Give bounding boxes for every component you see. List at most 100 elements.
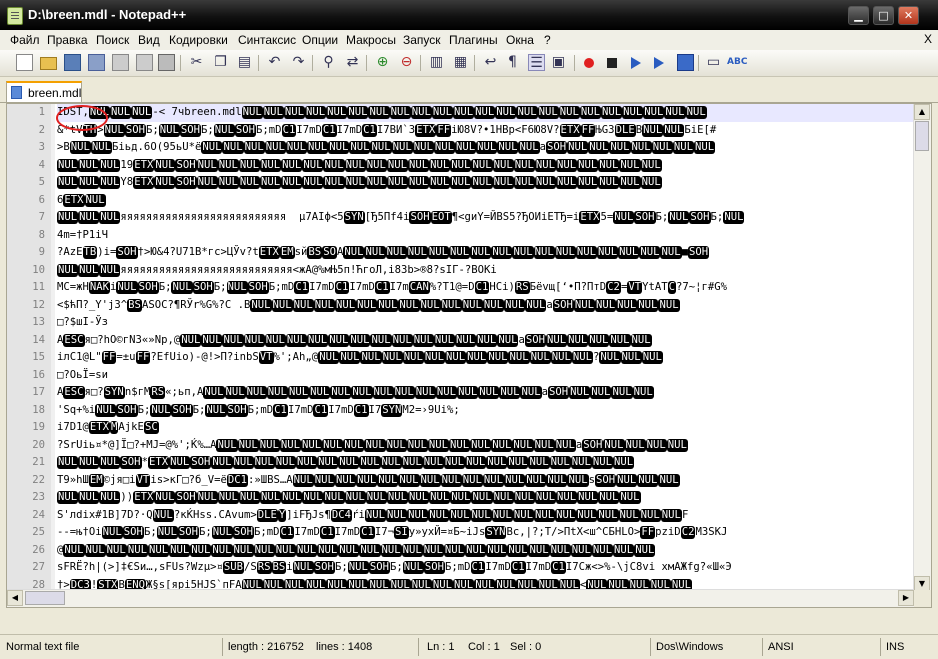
cut-icon[interactable]: ✂ <box>188 54 205 71</box>
editor[interactable]: 1 2 3 4 5 6 7 8 9 10 11 12 13 14 15 16 17 18 19 20 21 22 23 24 2… <box>6 103 932 608</box>
menu-bar: Файл Правка Поиск Вид Кодировки Синтакси… <box>0 30 938 50</box>
vertical-scrollbar[interactable]: ▲ ▼ <box>913 104 931 592</box>
horizontal-scrollbar[interactable]: ◀ ▶ <box>7 589 914 607</box>
tab-strip: breen.mdl <box>0 77 938 103</box>
scroll-up-arrow-icon[interactable]: ▲ <box>914 104 930 120</box>
code-line[interactable]: NUL NUL NULяяяяяяяяяяяяяяяяяяяяяяяяяяя<жА@… <box>57 262 497 280</box>
tab-breen-mdl[interactable]: breen.mdl <box>6 81 82 102</box>
code-line[interactable]: NUL NUL NUL19ETX NUL SOH NUL NUL NUL NUL NUL NUL NU… <box>57 157 662 175</box>
menu-run[interactable]: Запуск <box>403 33 441 47</box>
code-line[interactable]: 6ETX NUL <box>57 192 106 210</box>
close-document-button[interactable]: X <box>924 32 932 46</box>
spellcheck-icon[interactable]: ABC <box>727 54 747 71</box>
code-line[interactable]: i7D1@ETX MAjkESC <box>57 419 159 437</box>
code-line[interactable]: @NUL NUL NUL NUL NUL NUL NUL NUL NUL NUL NUL NUL NUL… <box>57 542 656 560</box>
record-macro-icon[interactable] <box>584 58 594 68</box>
paste-icon[interactable]: ▤ <box>236 54 253 71</box>
code-line[interactable]: NUL NUL NUL))ETX NUL SOH NUL NUL NUL NUL NUL NUL NU… <box>57 489 641 507</box>
vertical-scroll-thumb[interactable] <box>915 121 929 151</box>
horizontal-scroll-thumb[interactable] <box>25 591 65 605</box>
code-line[interactable]: □?$шI-Ўз <box>57 314 108 332</box>
code-line[interactable]: NUL NUL NULяяяяяяяяяяяяяяяяяяяяяяяяяя µ7АІ… <box>57 209 745 227</box>
control-char-token: NUL <box>250 298 272 312</box>
control-char-token: NUL <box>237 438 259 452</box>
code-line[interactable]: S'лdiх#1В]7D?·QNUL?кЌНss.САvum>DLE Y]iFЂJ… <box>57 507 688 525</box>
code-line[interactable]: &*tVTH>NUL SOHБ;NUL SOHБ;NUL SOHБ;mDC1I7mDC… <box>57 122 716 140</box>
close-window-button[interactable]: ✕ <box>898 6 919 25</box>
zoom-in-icon[interactable]: ⊕ <box>374 54 391 71</box>
code-line[interactable]: NUL NUL NULY8ETX NUL SOH NUL NUL NUL NUL NUL NUL NU… <box>57 174 662 192</box>
control-char-token: NUL <box>461 298 483 312</box>
open-file-icon[interactable] <box>40 57 57 70</box>
menu-plugins[interactable]: Плагины <box>449 33 498 47</box>
user-lang-icon[interactable]: ▣ <box>550 54 567 71</box>
code-line[interactable]: МС=жНNAKiNUL SOHБ;NUL SOHБ;NUL SOHБ;mDC1I7m… <box>57 279 727 297</box>
find-icon[interactable]: ⚲ <box>320 54 337 71</box>
control-char-token: NUL <box>349 333 371 347</box>
control-char-token: NUL <box>622 106 644 119</box>
code-line[interactable]: 'Sq+%iNUL SOHБ;NUL SOHБ;NUL SOHБ;mDC1I7mDC1… <box>57 402 460 420</box>
title-bar[interactable]: D:\breen.mdl - Notepad++ ▁ □ ✕ <box>0 0 938 30</box>
control-char-token: NUL <box>570 456 592 469</box>
play-macro-icon[interactable] <box>631 57 641 69</box>
run-macro-multi-icon[interactable] <box>654 57 664 69</box>
toolbar-separator <box>420 55 421 71</box>
save-icon[interactable] <box>64 54 81 71</box>
menu-search[interactable]: Поиск <box>96 33 129 47</box>
save-macro-icon[interactable] <box>677 54 694 71</box>
code-line[interactable]: AESCя□?hО©гN3«»Np,@NUL NUL NUL NUL NUL NUL NUL… <box>57 332 652 350</box>
code-line[interactable]: IDST,NUL NUL NUL-< 7чbreen.mdlNUL NUL NUL NUL… <box>57 104 913 122</box>
menu-file[interactable]: Файл <box>10 33 40 47</box>
close-all-icon[interactable] <box>136 54 153 71</box>
menu-view[interactable]: Вид <box>138 33 160 47</box>
text-run: МС=жН <box>57 281 89 293</box>
control-char-token: NUL <box>435 386 458 399</box>
all-chars-icon[interactable]: ¶ <box>504 54 521 71</box>
print-icon[interactable] <box>158 54 175 71</box>
copy-icon[interactable]: ❐ <box>212 54 229 71</box>
scroll-left-arrow-icon[interactable]: ◀ <box>7 590 23 606</box>
control-char-token: SOH <box>423 561 446 574</box>
close-icon[interactable] <box>112 54 129 71</box>
code-line[interactable]: sFRЁ?h|(>]‡€Sи…,sFUs?Wzµ>¤SUB/SRS BSiNUL S… <box>57 559 732 577</box>
control-char-token: C1 <box>313 403 329 417</box>
code-line[interactable]: ?SrUiь¤*@]Ї□?+МJ=@%';Ќ%…ANUL NUL NUL NUL NUL… <box>57 437 688 455</box>
code-line[interactable]: 4m=†P1iЧ <box>57 227 108 245</box>
menu-options[interactable]: Опции <box>302 33 338 47</box>
indent-guide-icon[interactable]: ☰ <box>528 54 545 71</box>
control-char-token: NUL <box>637 298 659 312</box>
wrap-icon[interactable]: ↩ <box>482 54 499 71</box>
scroll-right-arrow-icon[interactable]: ▶ <box>898 590 914 606</box>
control-char-token: NUL <box>323 158 345 172</box>
menu-macros[interactable]: Макросы <box>346 33 396 47</box>
code-line[interactable]: >BNUL NULБiьд.6О(95ьU*ёNUL NUL NUL NUL NUL NUL… <box>57 139 716 157</box>
maximize-button[interactable]: □ <box>873 6 894 25</box>
monitor-icon[interactable]: ▭ <box>705 54 722 71</box>
redo-icon[interactable]: ↷ <box>290 54 307 71</box>
control-char-token: NUL <box>491 246 513 259</box>
code-line[interactable]: iлC1@L"FF=±uFF?ЕfUiо)-@!>П?inbSVT%';Аh„@… <box>57 349 663 367</box>
undo-icon[interactable]: ↶ <box>266 54 283 71</box>
new-file-icon[interactable] <box>16 54 33 71</box>
code-line[interactable]: NUL NUL NUL SOH*ETX NUL SOH NUL NUL NUL NUL NUL NUL… <box>57 454 635 472</box>
code-line[interactable]: AESCя□?SYNn$гМRS«;ьп,ANUL NUL NUL NUL NUL NUL… <box>57 384 654 402</box>
menu-help[interactable]: ? <box>544 33 551 47</box>
control-char-token: SOH <box>545 141 568 154</box>
save-all-icon[interactable] <box>88 54 105 71</box>
replace-icon[interactable]: ⇄ <box>344 54 361 71</box>
menu-encoding[interactable]: Кодировки <box>169 33 228 47</box>
code-line[interactable]: □?ОьЇ=sи <box>57 367 108 385</box>
code-line[interactable]: ?AzETB)i=SOH†>Ю&4?U71B*гс>ЦЎv?tETX EMsйBS… <box>57 244 710 262</box>
menu-syntax[interactable]: Синтаксис <box>238 33 296 47</box>
sync-v-icon[interactable]: ▥ <box>428 54 445 71</box>
sync-h-icon[interactable]: ▦ <box>452 54 469 71</box>
menu-edit[interactable]: Правка <box>47 33 88 47</box>
stop-macro-icon[interactable] <box>607 58 617 68</box>
zoom-out-icon[interactable]: ⊖ <box>398 54 415 71</box>
code-line[interactable]: <$ћП?_Y'jЗ^BSASОС?¶RЎr%G%?С .BNUL NUL NUL N… <box>57 297 680 315</box>
code-line[interactable]: Т9»hШEM©јя□iVTis>кГ□?б_V=ёDC1:»ШBS…ANUL N… <box>57 472 680 490</box>
text-area[interactable]: IDST,NUL NUL NUL-< 7чbreen.mdlNUL NUL NUL NUL… <box>57 104 913 592</box>
code-line[interactable]: --=њ†ОiNUL SOHБ;NUL SOHБ;NUL SOHБ;mDC1I7mDC… <box>57 524 727 542</box>
menu-windows[interactable]: Окна <box>506 33 534 47</box>
minimize-button[interactable]: ▁ <box>848 6 869 25</box>
